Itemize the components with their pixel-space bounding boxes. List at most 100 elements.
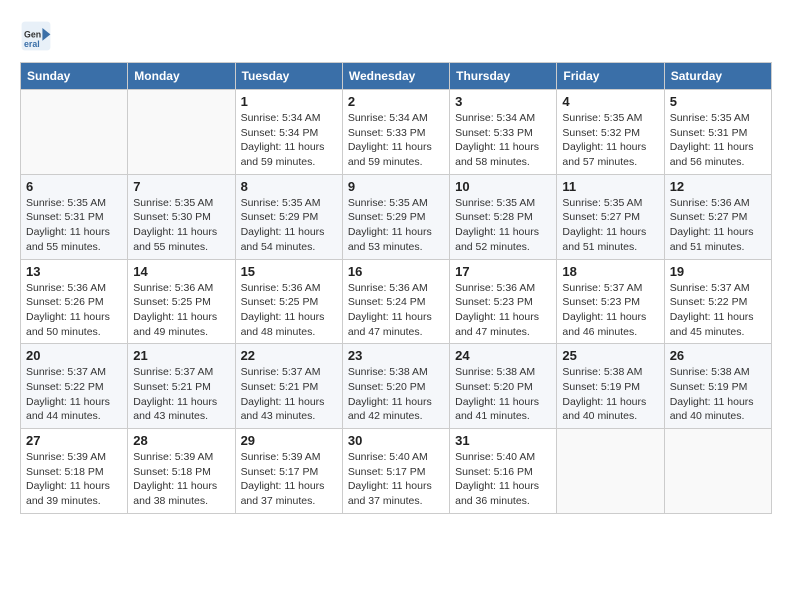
weekday-header-saturday: Saturday bbox=[664, 63, 771, 90]
day-number: 14 bbox=[133, 264, 229, 279]
day-info: Sunrise: 5:36 AMSunset: 5:23 PMDaylight:… bbox=[455, 281, 551, 340]
day-number: 21 bbox=[133, 348, 229, 363]
day-number: 29 bbox=[241, 433, 337, 448]
svg-text:eral: eral bbox=[24, 39, 40, 49]
calendar-cell: 22 Sunrise: 5:37 AMSunset: 5:21 PMDayligh… bbox=[235, 344, 342, 429]
calendar-cell: 24 Sunrise: 5:38 AMSunset: 5:20 PMDayligh… bbox=[450, 344, 557, 429]
day-number: 12 bbox=[670, 179, 766, 194]
day-number: 22 bbox=[241, 348, 337, 363]
calendar-cell: 29 Sunrise: 5:39 AMSunset: 5:17 PMDayligh… bbox=[235, 429, 342, 514]
day-number: 6 bbox=[26, 179, 122, 194]
day-info: Sunrise: 5:39 AMSunset: 5:18 PMDaylight:… bbox=[133, 450, 229, 509]
day-number: 3 bbox=[455, 94, 551, 109]
day-number: 27 bbox=[26, 433, 122, 448]
calendar-cell: 5Sunrise: 5:35 AMSunset: 5:31 PMDaylight… bbox=[664, 90, 771, 175]
day-info: Sunrise: 5:39 AMSunset: 5:17 PMDaylight:… bbox=[241, 450, 337, 509]
calendar-cell: 18Sunrise: 5:37 AMSunset: 5:23 PMDayligh… bbox=[557, 259, 664, 344]
day-number: 23 bbox=[348, 348, 444, 363]
weekday-header-tuesday: Tuesday bbox=[235, 63, 342, 90]
weekday-header-wednesday: Wednesday bbox=[342, 63, 449, 90]
svg-text:Gen: Gen bbox=[24, 30, 41, 40]
day-number: 8 bbox=[241, 179, 337, 194]
day-number: 2 bbox=[348, 94, 444, 109]
day-info: Sunrise: 5:35 AMSunset: 5:27 PMDaylight:… bbox=[562, 196, 658, 255]
day-number: 31 bbox=[455, 433, 551, 448]
day-number: 30 bbox=[348, 433, 444, 448]
calendar-cell: 11 Sunrise: 5:35 AMSunset: 5:27 PMDayligh… bbox=[557, 174, 664, 259]
day-number: 7 bbox=[133, 179, 229, 194]
day-number: 1 bbox=[241, 94, 337, 109]
day-info: Sunrise: 5:38 AMSunset: 5:20 PMDaylight:… bbox=[348, 365, 444, 424]
calendar-week-2: 6 Sunrise: 5:35 AMSunset: 5:31 PMDaylight… bbox=[21, 174, 772, 259]
calendar-cell: 13 Sunrise: 5:36 AMSunset: 5:26 PMDayligh… bbox=[21, 259, 128, 344]
day-info: Sunrise: 5:37 AMSunset: 5:22 PMDaylight:… bbox=[670, 281, 766, 340]
day-number: 28 bbox=[133, 433, 229, 448]
calendar-cell: 9Sunrise: 5:35 AMSunset: 5:29 PMDaylight… bbox=[342, 174, 449, 259]
day-number: 5 bbox=[670, 94, 766, 109]
day-number: 11 bbox=[562, 179, 658, 194]
logo: Gen eral bbox=[20, 20, 56, 52]
day-number: 26 bbox=[670, 348, 766, 363]
weekday-header-friday: Friday bbox=[557, 63, 664, 90]
day-info: Sunrise: 5:38 AMSunset: 5:19 PMDaylight:… bbox=[670, 365, 766, 424]
day-info: Sunrise: 5:34 AMSunset: 5:34 PMDaylight:… bbox=[241, 111, 337, 170]
day-info: Sunrise: 5:35 AMSunset: 5:32 PMDaylight:… bbox=[562, 111, 658, 170]
day-number: 9 bbox=[348, 179, 444, 194]
day-number: 17 bbox=[455, 264, 551, 279]
calendar-cell: 6 Sunrise: 5:35 AMSunset: 5:31 PMDaylight… bbox=[21, 174, 128, 259]
calendar-cell: 19 Sunrise: 5:37 AMSunset: 5:22 PMDayligh… bbox=[664, 259, 771, 344]
calendar-cell: 15 Sunrise: 5:36 AMSunset: 5:25 PMDayligh… bbox=[235, 259, 342, 344]
day-info: Sunrise: 5:36 AMSunset: 5:24 PMDaylight:… bbox=[348, 281, 444, 340]
day-info: Sunrise: 5:37 AMSunset: 5:21 PMDaylight:… bbox=[241, 365, 337, 424]
day-info: Sunrise: 5:35 AMSunset: 5:31 PMDaylight:… bbox=[26, 196, 122, 255]
day-info: Sunrise: 5:37 AMSunset: 5:21 PMDaylight:… bbox=[133, 365, 229, 424]
day-info: Sunrise: 5:34 AMSunset: 5:33 PMDaylight:… bbox=[455, 111, 551, 170]
day-info: Sunrise: 5:36 AMSunset: 5:25 PMDaylight:… bbox=[241, 281, 337, 340]
day-info: Sunrise: 5:37 AMSunset: 5:22 PMDaylight:… bbox=[26, 365, 122, 424]
day-number: 19 bbox=[670, 264, 766, 279]
calendar-cell: 21 Sunrise: 5:37 AMSunset: 5:21 PMDayligh… bbox=[128, 344, 235, 429]
calendar-cell: 26 Sunrise: 5:38 AMSunset: 5:19 PMDayligh… bbox=[664, 344, 771, 429]
calendar-cell: 23 Sunrise: 5:38 AMSunset: 5:20 PMDayligh… bbox=[342, 344, 449, 429]
calendar-cell: 30 Sunrise: 5:40 AMSunset: 5:17 PMDayligh… bbox=[342, 429, 449, 514]
calendar-cell: 31 Sunrise: 5:40 AMSunset: 5:16 PMDayligh… bbox=[450, 429, 557, 514]
day-info: Sunrise: 5:36 AMSunset: 5:26 PMDaylight:… bbox=[26, 281, 122, 340]
day-info: Sunrise: 5:35 AMSunset: 5:30 PMDaylight:… bbox=[133, 196, 229, 255]
calendar-table: SundayMondayTuesdayWednesdayThursdayFrid… bbox=[20, 62, 772, 514]
calendar-cell bbox=[21, 90, 128, 175]
calendar-week-3: 13 Sunrise: 5:36 AMSunset: 5:26 PMDayligh… bbox=[21, 259, 772, 344]
calendar-cell bbox=[128, 90, 235, 175]
day-info: Sunrise: 5:40 AMSunset: 5:16 PMDaylight:… bbox=[455, 450, 551, 509]
day-info: Sunrise: 5:39 AMSunset: 5:18 PMDaylight:… bbox=[26, 450, 122, 509]
day-number: 24 bbox=[455, 348, 551, 363]
calendar-cell: 2 Sunrise: 5:34 AMSunset: 5:33 PMDaylight… bbox=[342, 90, 449, 175]
logo-icon: Gen eral bbox=[20, 20, 52, 52]
calendar-cell bbox=[664, 429, 771, 514]
day-number: 15 bbox=[241, 264, 337, 279]
day-number: 10 bbox=[455, 179, 551, 194]
day-info: Sunrise: 5:38 AMSunset: 5:19 PMDaylight:… bbox=[562, 365, 658, 424]
calendar-cell: 17 Sunrise: 5:36 AMSunset: 5:23 PMDayligh… bbox=[450, 259, 557, 344]
calendar-cell: 27 Sunrise: 5:39 AMSunset: 5:18 PMDayligh… bbox=[21, 429, 128, 514]
calendar-cell: 12Sunrise: 5:36 AMSunset: 5:27 PMDayligh… bbox=[664, 174, 771, 259]
calendar-week-1: 1 Sunrise: 5:34 AMSunset: 5:34 PMDaylight… bbox=[21, 90, 772, 175]
day-number: 20 bbox=[26, 348, 122, 363]
calendar-cell: 28 Sunrise: 5:39 AMSunset: 5:18 PMDayligh… bbox=[128, 429, 235, 514]
day-info: Sunrise: 5:35 AMSunset: 5:28 PMDaylight:… bbox=[455, 196, 551, 255]
calendar-cell: 14 Sunrise: 5:36 AMSunset: 5:25 PMDayligh… bbox=[128, 259, 235, 344]
day-info: Sunrise: 5:35 AMSunset: 5:29 PMDaylight:… bbox=[241, 196, 337, 255]
day-info: Sunrise: 5:36 AMSunset: 5:25 PMDaylight:… bbox=[133, 281, 229, 340]
day-number: 16 bbox=[348, 264, 444, 279]
calendar-cell: 10 Sunrise: 5:35 AMSunset: 5:28 PMDayligh… bbox=[450, 174, 557, 259]
page-header: Gen eral bbox=[20, 20, 772, 52]
day-number: 25 bbox=[562, 348, 658, 363]
weekday-header-sunday: Sunday bbox=[21, 63, 128, 90]
day-info: Sunrise: 5:38 AMSunset: 5:20 PMDaylight:… bbox=[455, 365, 551, 424]
calendar-cell: 1 Sunrise: 5:34 AMSunset: 5:34 PMDaylight… bbox=[235, 90, 342, 175]
day-info: Sunrise: 5:40 AMSunset: 5:17 PMDaylight:… bbox=[348, 450, 444, 509]
day-number: 13 bbox=[26, 264, 122, 279]
weekday-header-thursday: Thursday bbox=[450, 63, 557, 90]
weekday-header-monday: Monday bbox=[128, 63, 235, 90]
calendar-cell: 16 Sunrise: 5:36 AMSunset: 5:24 PMDayligh… bbox=[342, 259, 449, 344]
day-info: Sunrise: 5:34 AMSunset: 5:33 PMDaylight:… bbox=[348, 111, 444, 170]
